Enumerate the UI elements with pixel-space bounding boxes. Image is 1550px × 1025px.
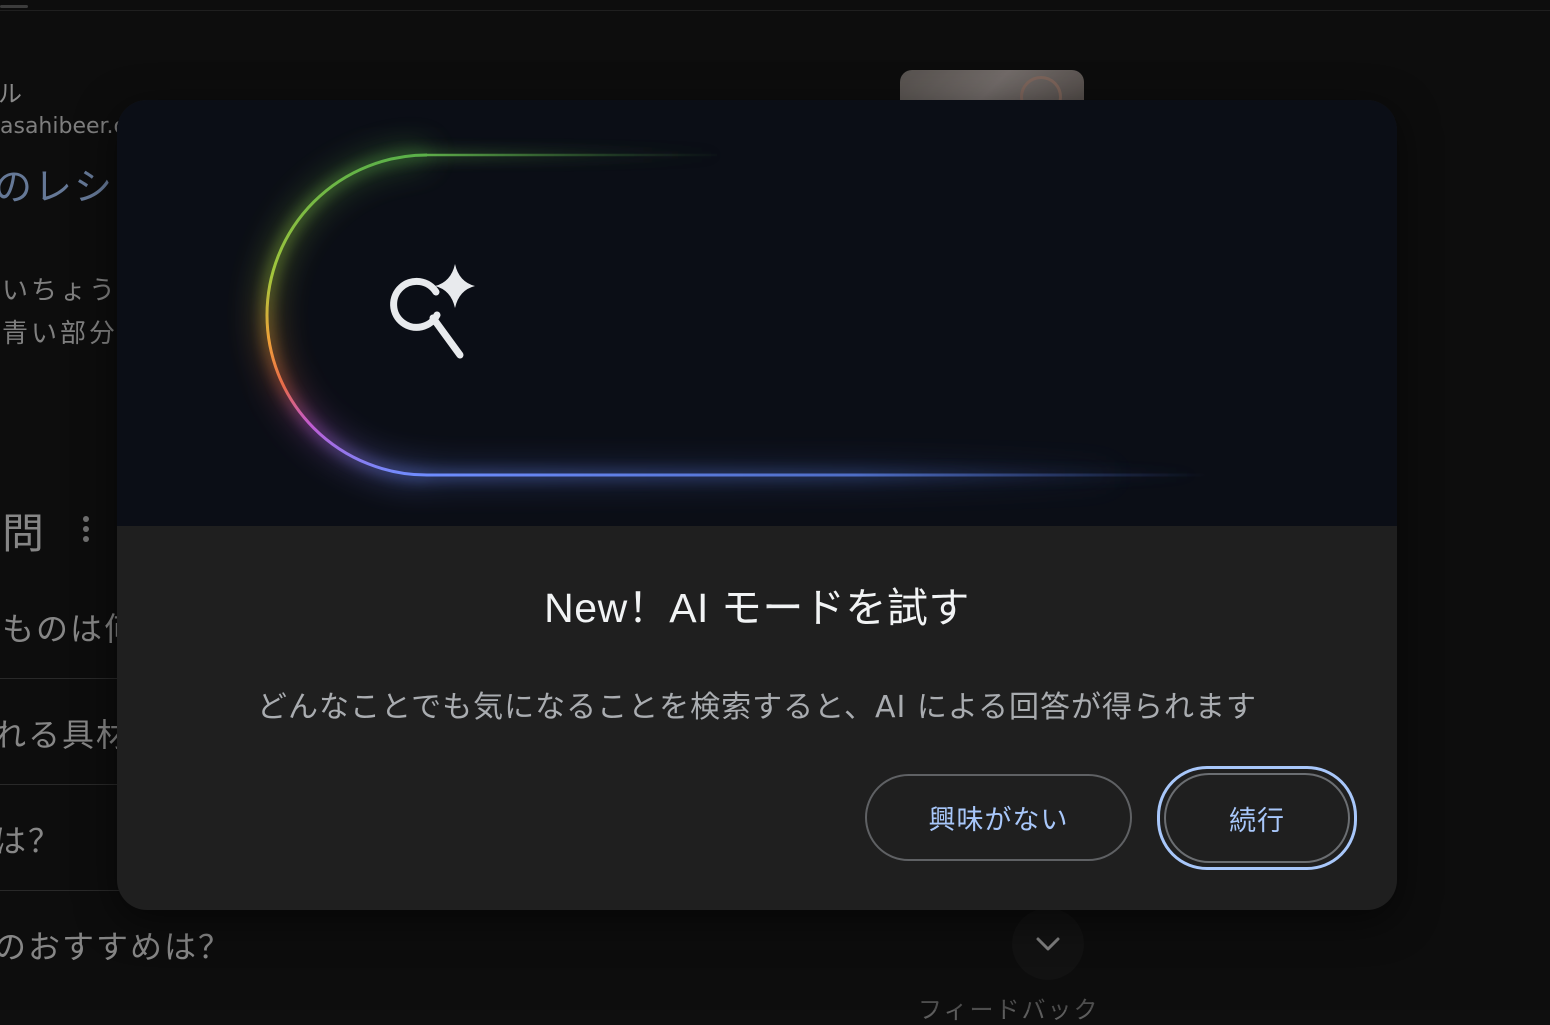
dialog-hero-illustration [117, 100, 1397, 526]
not-interested-button[interactable]: 興味がない [865, 774, 1132, 861]
continue-button[interactable]: 続行 [1157, 766, 1357, 870]
dialog-description: どんなことでも気になることを検索すると、AI による回答が得られます [257, 690, 1257, 725]
glowing-search-bar-illustration [260, 148, 1207, 482]
ai-search-sparkle-icon [390, 264, 475, 359]
not-interested-button-label: 興味がない [928, 805, 1069, 836]
continue-button-label: 続行 [1229, 805, 1285, 837]
dialog-title: New！AI モードを試す [544, 585, 970, 631]
ai-mode-dialog: New！AI モードを試す どんなことでも気になることを検索すると、AI による… [117, 100, 1397, 910]
